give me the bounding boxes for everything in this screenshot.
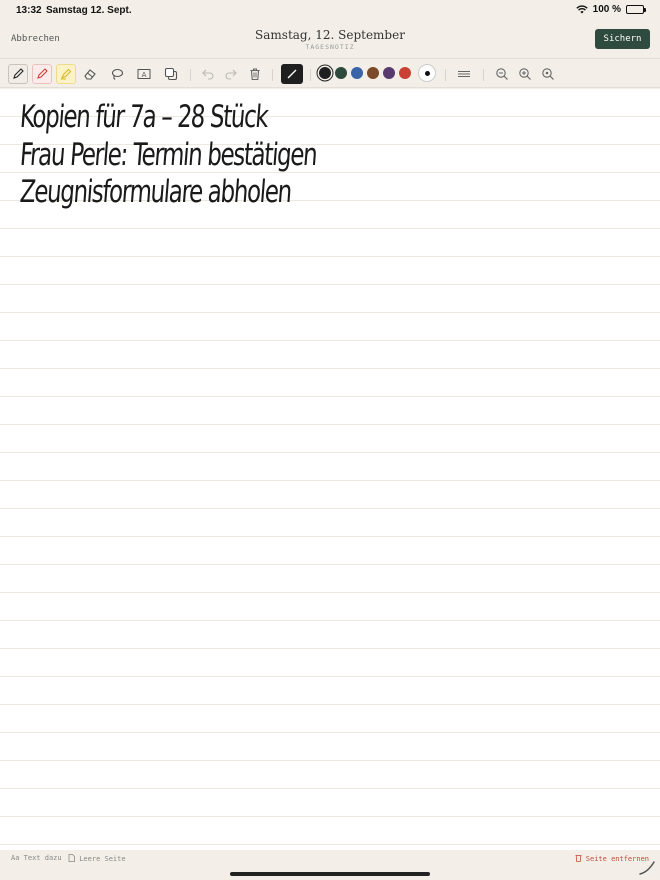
highlighter-tool-button[interactable]	[56, 64, 76, 84]
undo-button[interactable]	[198, 64, 218, 84]
red-pen-tool-button[interactable]	[32, 64, 52, 84]
toolbar-divider	[445, 69, 446, 81]
undo-icon	[202, 69, 214, 80]
pen-icon	[13, 68, 24, 79]
trash-icon	[575, 855, 582, 862]
color-swatch-blue[interactable]	[351, 67, 363, 79]
zoom-in-icon	[519, 68, 531, 80]
drawing-toolbar: A	[0, 58, 660, 88]
zoom-in-button[interactable]	[515, 64, 535, 84]
shapes-tool-button[interactable]	[161, 64, 181, 84]
header: Abbrechen Samstag, 12. September TAGESNO…	[0, 22, 660, 58]
lasso-icon	[111, 68, 124, 80]
battery-icon	[626, 5, 646, 14]
highlighter-icon	[60, 68, 72, 80]
blank-page-button[interactable]: Leere Seite	[68, 854, 126, 863]
delete-button[interactable]	[245, 64, 265, 84]
color-swatch-red[interactable]	[399, 67, 411, 79]
color-swatch-black[interactable]	[319, 67, 331, 79]
zoom-fit-icon	[542, 68, 554, 80]
save-button[interactable]: Sichern	[595, 29, 650, 49]
red-pen-icon	[37, 68, 48, 79]
handwritten-line: Frau Perle: Termin bestätigen	[18, 137, 318, 173]
lines-icon	[458, 71, 470, 77]
redo-button[interactable]	[221, 64, 241, 84]
zoom-out-button[interactable]	[492, 64, 512, 84]
eraser-tool-button[interactable]	[80, 64, 100, 84]
toolbar-divider	[272, 69, 273, 81]
wifi-icon	[575, 5, 588, 14]
add-text-label: Text dazu	[23, 854, 62, 862]
note-page[interactable]: Kopien für 7a – 28 Stück Frau Perle: Ter…	[0, 89, 660, 850]
battery-percent: 100 %	[592, 4, 621, 15]
color-swatch-brown[interactable]	[367, 67, 379, 79]
toolbar-divider	[310, 69, 311, 81]
page-icon	[68, 854, 75, 862]
line-style-button[interactable]	[454, 64, 474, 84]
handwritten-line: Kopien für 7a – 28 Stück	[18, 99, 269, 135]
shapes-icon	[164, 67, 178, 81]
home-indicator	[230, 872, 430, 876]
page-subtitle: TAGESNOTIZ	[305, 43, 355, 51]
trash-icon	[250, 68, 260, 81]
pen-tool-button[interactable]	[8, 64, 28, 84]
add-text-button[interactable]: Aa Text dazu	[11, 854, 62, 862]
redo-icon	[225, 69, 237, 80]
text-icon: Aa	[11, 854, 20, 862]
size-dot-icon	[424, 70, 430, 76]
page-title: Samstag, 12. September	[255, 28, 405, 42]
color-swatch-purple[interactable]	[383, 67, 395, 79]
status-time: 13:32	[16, 5, 42, 16]
toolbar-divider	[483, 69, 484, 81]
zoom-fit-button[interactable]	[538, 64, 558, 84]
text-box-tool-button[interactable]: A	[134, 64, 154, 84]
toolbar-divider	[190, 69, 191, 81]
blank-page-label: Leere Seite	[79, 855, 126, 863]
status-date: Samstag 12. Sept.	[46, 5, 132, 16]
stroke-style-button[interactable]	[281, 64, 303, 84]
status-right: 100 %	[575, 4, 646, 15]
pencil-corner-icon	[639, 861, 655, 875]
eraser-icon	[84, 69, 96, 80]
color-swatch-green[interactable]	[335, 67, 347, 79]
handwritten-line: Zeugnisformulare abholen	[18, 174, 293, 210]
text-box-icon: A	[137, 69, 151, 79]
title-block: Samstag, 12. September TAGESNOTIZ	[0, 28, 660, 51]
stroke-size-button[interactable]	[418, 64, 436, 82]
line-stroke-icon	[287, 69, 297, 79]
status-bar: 13:32 Samstag 12. Sept. 100 %	[0, 0, 660, 22]
svg-text:A: A	[142, 71, 147, 79]
zoom-out-icon	[496, 68, 508, 80]
lasso-tool-button[interactable]	[107, 64, 127, 84]
